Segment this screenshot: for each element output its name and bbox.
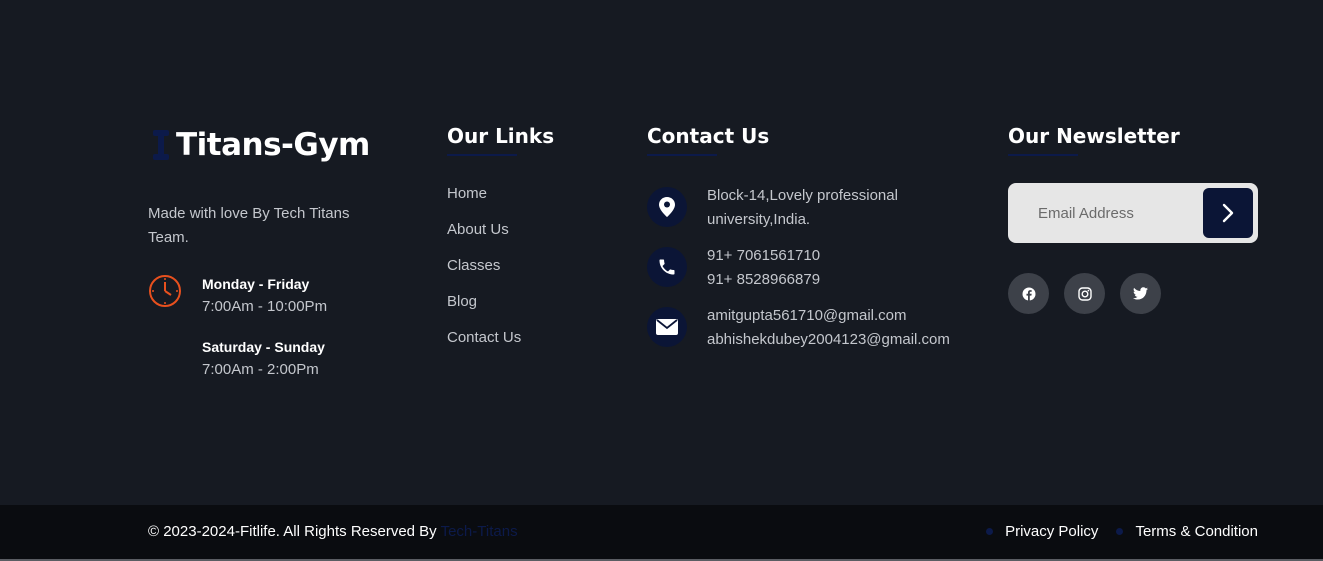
brand-logo[interactable]: Titans-Gym (148, 126, 370, 164)
footer-link-home[interactable]: Home (447, 184, 521, 220)
newsletter-email-input[interactable] (1008, 183, 1203, 243)
privacy-policy-link[interactable]: Privacy Policy (986, 523, 1098, 540)
brand-name: Titans-Gym (176, 127, 370, 163)
legal-links: Privacy Policy Terms & Condition (968, 523, 1258, 540)
copyright-text: © 2023-2024-Fitlife. All Rights Reserved… (148, 523, 437, 540)
envelope-icon (647, 307, 687, 347)
hours-weekend: Saturday - Sunday 7:00Am - 2:00Pm (202, 339, 325, 378)
hours-days: Saturday - Sunday (202, 339, 325, 355)
address-line: Block-14,Lovely professional (707, 187, 898, 204)
hours-time: 7:00Am - 2:00Pm (202, 361, 319, 378)
hours-days: Monday - Friday (202, 276, 310, 292)
footer-link-classes[interactable]: Classes (447, 256, 521, 292)
copyright: © 2023-2024-Fitlife. All Rights Reserved… (148, 523, 518, 540)
copyright-author-link[interactable]: Tech-Titans (441, 523, 518, 540)
location-pin-icon (647, 187, 687, 227)
newsletter-heading: Our Newsletter (1008, 124, 1180, 148)
contact-emails: amitgupta561710@gmail.com abhishekdubey2… (647, 307, 950, 352)
hours-weekdays: Monday - Friday 7:00Am - 10:00Pm (202, 276, 327, 315)
address-line: university,India. (707, 211, 811, 228)
footer-bottom-bar: © 2023-2024-Fitlife. All Rights Reserved… (0, 505, 1323, 559)
instagram-icon[interactable] (1064, 273, 1105, 314)
heading-underline (1008, 154, 1078, 156)
footer-links: Home About Us Classes Blog Contact Us (447, 184, 521, 364)
hours-time: 7:00Am - 10:00Pm (202, 298, 328, 315)
phone-number[interactable]: 91+ 8528966879 (707, 268, 820, 292)
contact-phones: 91+ 7061561710 91+ 8528966879 (647, 247, 820, 292)
facebook-icon[interactable] (1008, 273, 1049, 314)
terms-condition-link[interactable]: Terms & Condition (1116, 523, 1258, 540)
heading-underline (647, 154, 717, 156)
chevron-right-icon (1222, 203, 1234, 223)
newsletter-submit-button[interactable] (1203, 188, 1253, 238)
newsletter-form (1008, 183, 1258, 243)
phone-icon (647, 247, 687, 287)
phone-number[interactable]: 91+ 7061561710 (707, 244, 820, 268)
bullet-dot (986, 528, 994, 535)
brand-tagline: Made with love By Tech Titans Team. (148, 205, 350, 246)
twitter-icon[interactable] (1120, 273, 1161, 314)
legal-link-label: Privacy Policy (1005, 523, 1099, 540)
contact-heading: Contact Us (647, 124, 770, 148)
links-heading: Our Links (447, 124, 555, 148)
footer-link-blog[interactable]: Blog (447, 292, 521, 328)
footer-top: Titans-Gym Made with love By Tech Titans… (0, 0, 1323, 505)
social-links (1008, 273, 1176, 314)
contact-address: Block-14,Lovely professional university,… (647, 187, 898, 232)
footer-link-about[interactable]: About Us (447, 220, 521, 256)
email-address[interactable]: abhishekdubey2004123@gmail.com (707, 328, 950, 352)
bullet-dot (1116, 528, 1124, 535)
clock-icon (149, 275, 181, 307)
dumbbell-icon (153, 130, 169, 160)
heading-underline (447, 154, 517, 156)
email-address[interactable]: amitgupta561710@gmail.com (707, 304, 950, 328)
legal-link-label: Terms & Condition (1135, 523, 1258, 540)
footer-link-contact[interactable]: Contact Us (447, 328, 521, 364)
